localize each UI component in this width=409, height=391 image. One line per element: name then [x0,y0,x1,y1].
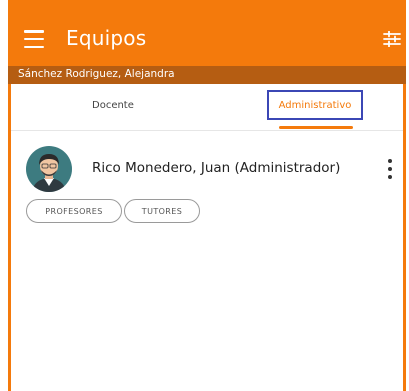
page-title: Equipos [66,26,147,50]
member-name[interactable]: Rico Monedero, Juan (Administrador) [92,160,340,176]
current-user-name: Sánchez Rodriguez, Alejandra [18,68,175,80]
chip-profesores[interactable]: PROFESORES [26,199,122,223]
chip-tutores[interactable]: TUTORES [124,199,200,223]
avatar-icon [26,146,72,192]
more-options-icon[interactable] [386,159,394,179]
hamburger-menu-icon[interactable] [24,30,44,48]
tab-docente[interactable]: Docente [92,100,134,111]
active-tab-indicator [279,126,353,129]
tabs-divider [11,130,403,131]
tab-administrativo-label: Administrativo [278,99,352,111]
tab-administrativo[interactable]: Administrativo [267,90,363,120]
sliders-icon[interactable] [383,30,401,48]
